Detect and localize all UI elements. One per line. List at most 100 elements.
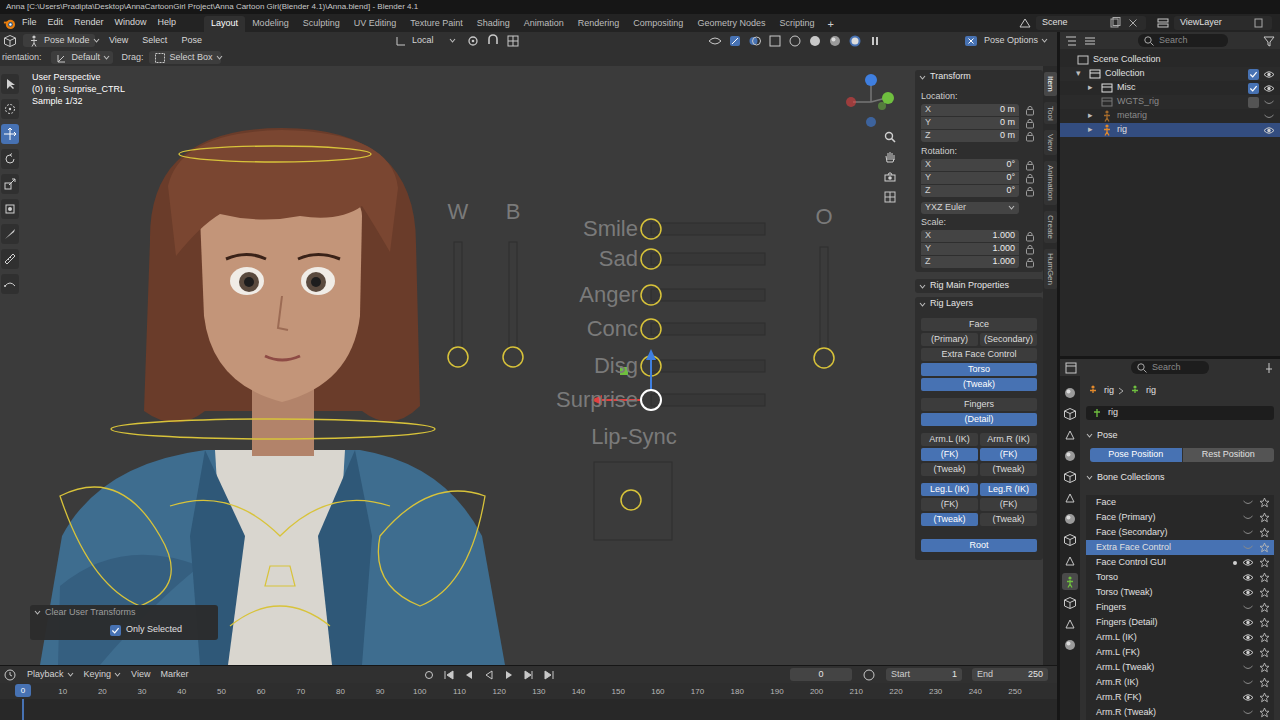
workspace-tab[interactable]: Shading <box>470 16 517 32</box>
tool-button[interactable] <box>1 199 19 219</box>
outliner-row[interactable]: ▸ metarig <box>1060 109 1280 123</box>
outliner-row[interactable]: Scene Collection <box>1060 53 1280 67</box>
bone-collection-row[interactable]: Face <box>1086 495 1274 510</box>
properties-tab[interactable] <box>1062 531 1078 548</box>
properties-tab[interactable] <box>1062 426 1078 443</box>
vertical-control-handle[interactable] <box>503 347 523 367</box>
rig-main-properties-header[interactable]: Rig Main Properties <box>915 279 1043 293</box>
expand-arrow-icon[interactable]: ▸ <box>1088 123 1097 137</box>
rig-layer-button[interactable]: Arm.R (IK) <box>980 433 1037 446</box>
bone-collection-row[interactable]: Face (Secondary) <box>1086 525 1274 540</box>
workspace-tab[interactable]: Animation <box>517 16 571 32</box>
viewport-canvas[interactable]: SmileSadAngerConcDisgSurpriseWBOLip-Sync… <box>0 66 915 665</box>
slider-handle[interactable] <box>641 319 661 339</box>
mode-dropdown[interactable]: Pose Mode <box>23 34 95 47</box>
slider-handle[interactable] <box>641 390 661 410</box>
start-frame-field[interactable]: Start1 <box>886 668 962 681</box>
menu-item[interactable]: File <box>22 16 37 30</box>
workspace-tab[interactable]: UV Editing <box>347 16 404 32</box>
tool-button[interactable] <box>1 74 19 94</box>
bone-collection-row[interactable]: Arm.R (FK) <box>1086 690 1274 705</box>
outliner-row[interactable]: WGTS_rig <box>1060 95 1280 109</box>
rotation-mode-dropdown[interactable]: YXZ Euler <box>921 202 1019 214</box>
number-field[interactable]: Y0 m <box>921 117 1019 129</box>
properties-tab[interactable] <box>1062 489 1078 506</box>
rig-layer-button[interactable]: (Tweak) <box>921 378 1037 391</box>
properties-tab[interactable] <box>1062 384 1078 401</box>
properties-search[interactable] <box>1152 361 1205 375</box>
slider-handle[interactable] <box>641 219 661 239</box>
rig-layer-button[interactable]: Face <box>921 318 1037 331</box>
sidebar-tab[interactable]: Animation <box>1044 161 1057 205</box>
tool-button[interactable] <box>1 124 19 144</box>
outliner-row[interactable]: ▸ rig <box>1060 123 1280 137</box>
timeline-menu[interactable]: Playback <box>27 668 74 682</box>
menu-item[interactable]: Window <box>115 16 147 30</box>
sidebar-tab[interactable]: Item <box>1044 72 1057 96</box>
bone-collection-row[interactable]: Fingers <box>1086 600 1274 615</box>
visibility-toggle[interactable] <box>1241 618 1255 627</box>
playhead[interactable]: 0 <box>15 684 31 697</box>
viewport-menu[interactable]: Pose <box>181 34 202 48</box>
expand-arrow-icon[interactable]: ▾ <box>1076 67 1085 81</box>
rig-layer-button[interactable]: (Tweak) <box>921 463 978 476</box>
vertical-control-handle[interactable] <box>814 348 834 368</box>
visibility-toggle[interactable] <box>1262 98 1276 107</box>
workspace-tab[interactable]: Rendering <box>571 16 627 32</box>
outliner-row[interactable]: ▾ Collection <box>1060 67 1280 81</box>
transform-panel-header[interactable]: Transform <box>915 70 1043 84</box>
properties-tab[interactable] <box>1062 510 1078 527</box>
number-field[interactable]: Z0 m <box>921 130 1019 142</box>
rig-layer-button[interactable]: Torso <box>921 363 1037 376</box>
workspace-tab[interactable]: Modeling <box>245 16 296 32</box>
number-field[interactable]: X0 m <box>921 104 1019 116</box>
operator-panel[interactable]: Clear User Transforms Only Selected <box>30 605 218 640</box>
bone-collections-header[interactable]: Bone Collections <box>1086 470 1274 486</box>
visibility-toggle[interactable] <box>1241 573 1255 582</box>
workspace-tab[interactable]: Sculpting <box>296 16 347 32</box>
pose-position-button[interactable]: Pose Position <box>1090 448 1182 462</box>
properties-tab[interactable] <box>1062 615 1078 632</box>
visibility-toggle[interactable] <box>1241 648 1255 657</box>
number-field[interactable]: Z0° <box>921 185 1019 197</box>
sidebar-tab[interactable]: View <box>1044 130 1057 155</box>
tool-button[interactable] <box>1 99 19 119</box>
properties-tab[interactable] <box>1062 636 1078 653</box>
workspace-tab[interactable]: Layout <box>204 16 245 32</box>
number-field[interactable]: Y1.000 <box>921 243 1019 255</box>
bone-collection-row[interactable]: Arm.R (Tweak) <box>1086 705 1274 720</box>
rig-layers-header[interactable]: Rig Layers <box>915 297 1043 311</box>
rig-layer-button[interactable]: (FK) <box>921 448 978 461</box>
rig-layer-button[interactable]: Leg.L (IK) <box>921 483 978 496</box>
visibility-toggle[interactable] <box>1262 84 1276 93</box>
number-field[interactable]: X1.000 <box>921 230 1019 242</box>
visibility-toggle[interactable] <box>1241 678 1255 687</box>
pose-position-button[interactable]: Rest Position <box>1183 448 1275 462</box>
rig-layer-button[interactable]: Arm.L (IK) <box>921 433 978 446</box>
viewport-menu[interactable]: View <box>109 34 128 48</box>
rig-layer-button[interactable]: Root <box>921 539 1037 552</box>
number-field[interactable]: X0° <box>921 159 1019 171</box>
expand-arrow-icon[interactable]: ▸ <box>1088 81 1097 95</box>
exclude-checkbox[interactable] <box>1248 97 1259 108</box>
blender-logo-icon[interactable] <box>3 17 16 30</box>
tool-button[interactable] <box>1 224 19 244</box>
viewport-menu[interactable]: Select <box>142 34 167 48</box>
only-selected-checkbox[interactable] <box>110 625 121 636</box>
vertical-control-handle[interactable] <box>448 347 468 367</box>
exclude-checkbox[interactable] <box>1248 69 1259 80</box>
scene-selector[interactable]: Scene <box>1036 16 1146 30</box>
data-name-field[interactable]: rig <box>1086 406 1274 420</box>
properties-tab[interactable] <box>1062 447 1078 464</box>
orientation-dropdown[interactable]: Default <box>51 51 113 64</box>
workspace-tab[interactable]: Geometry Nodes <box>690 16 772 32</box>
properties-tab[interactable] <box>1062 468 1078 485</box>
frame-ruler[interactable]: 1020304050607080901001101201301401501601… <box>0 683 1057 699</box>
view-layer-selector[interactable]: ViewLayer <box>1174 16 1272 30</box>
tool-button[interactable] <box>1 174 19 194</box>
bone-collection-row[interactable]: Torso (Tweak) <box>1086 585 1274 600</box>
visibility-toggle[interactable] <box>1241 708 1255 717</box>
navigation-gizmo-icon[interactable] <box>840 70 896 130</box>
timeline-menu[interactable]: View <box>131 668 150 682</box>
rig-layer-button[interactable]: (FK) <box>921 498 978 511</box>
